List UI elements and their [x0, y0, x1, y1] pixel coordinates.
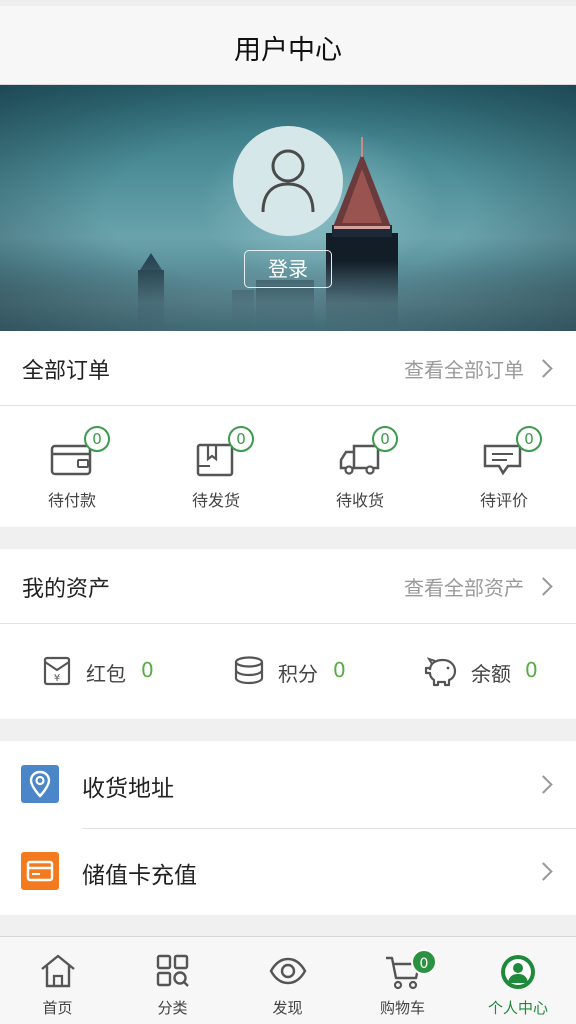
category-grid-icon — [156, 954, 189, 987]
chevron-right-icon — [534, 577, 553, 596]
avatar[interactable] — [233, 126, 343, 236]
link-label: 收货地址 — [82, 776, 174, 802]
orders-header[interactable]: 全部订单 查看全部订单 — [0, 331, 576, 406]
settings-links: 收货地址 储值卡充值 — [0, 741, 576, 915]
user-icon — [261, 149, 315, 213]
orders-section: 全部订单 查看全部订单 0 待付款 0 待发货 0 待收货 0 待评价 — [0, 331, 576, 527]
assets-title: 我的资产 — [22, 577, 111, 602]
tab-cart[interactable]: 0 购物车 — [345, 937, 460, 1024]
tab-home[interactable]: 首页 — [0, 937, 115, 1024]
user-circle-icon — [501, 955, 535, 989]
view-all-orders-link[interactable]: 查看全部订单 — [404, 354, 524, 383]
chevron-right-icon — [534, 775, 553, 794]
tab-label: 购物车 — [379, 999, 425, 1017]
order-pending-shipment[interactable]: 0 待发货 — [144, 406, 288, 526]
tab-category[interactable]: 分类 — [115, 937, 230, 1024]
location-pin-icon — [21, 765, 59, 803]
asset-balance[interactable]: 余额 0 — [424, 624, 564, 719]
order-pending-review[interactable]: 0 待评价 — [432, 406, 576, 526]
order-count-badge: 0 — [228, 426, 254, 452]
order-label: 待付款 — [47, 491, 96, 510]
asset-label: 余额 — [471, 662, 511, 686]
order-count-badge: 0 — [516, 426, 542, 452]
tab-label: 首页 — [42, 999, 73, 1017]
order-pending-receipt[interactable]: 0 待收货 — [288, 406, 432, 526]
stored-value-card-row[interactable]: 储值卡充值 — [0, 828, 576, 915]
asset-label: 红包 — [86, 662, 126, 686]
order-label: 待评价 — [479, 491, 528, 510]
tab-discover[interactable]: 发现 — [230, 937, 345, 1024]
orders-title: 全部订单 — [22, 359, 111, 384]
coins-icon — [234, 656, 264, 685]
asset-value: 0 — [525, 658, 538, 682]
login-button[interactable]: 登录 — [244, 250, 332, 288]
tab-label: 分类 — [157, 999, 188, 1017]
assets-header[interactable]: 我的资产 查看全部资产 — [0, 549, 576, 624]
asset-points[interactable]: 积分 0 — [233, 624, 373, 719]
svg-text:¥: ¥ — [54, 673, 60, 684]
tab-profile[interactable]: 个人中心 — [460, 937, 576, 1024]
view-all-assets-link[interactable]: 查看全部资产 — [404, 572, 524, 601]
asset-red-packet[interactable]: ¥ 红包 0 — [42, 624, 182, 719]
order-label: 待收货 — [335, 491, 384, 510]
assets-row: ¥ 红包 0 积分 0 余额 0 — [0, 624, 576, 719]
asset-label: 积分 — [278, 662, 318, 686]
order-count-badge: 0 — [84, 426, 110, 452]
cart-count-badge: 0 — [411, 949, 437, 975]
bottom-tab-bar: 首页 分类 发现 0 购物车 个人中心 — [0, 936, 576, 1024]
assets-section: 我的资产 查看全部资产 ¥ 红包 0 积分 0 余额 0 — [0, 549, 576, 719]
tab-label: 发现 — [272, 999, 303, 1017]
asset-value: 0 — [141, 658, 154, 682]
card-icon — [21, 852, 59, 890]
tab-label: 个人中心 — [487, 999, 548, 1017]
eye-icon — [269, 957, 307, 985]
page-title: 用户中心 — [234, 35, 342, 66]
chevron-right-icon — [534, 862, 553, 881]
asset-value: 0 — [333, 658, 346, 682]
order-label: 待发货 — [191, 491, 240, 510]
shipping-address-row[interactable]: 收货地址 — [0, 741, 576, 829]
top-bar: 用户中心 — [0, 0, 576, 85]
chevron-right-icon — [534, 359, 553, 378]
red-packet-icon: ¥ — [43, 656, 71, 686]
home-icon — [41, 954, 75, 988]
order-pending-payment[interactable]: 0 待付款 — [0, 406, 144, 526]
link-label: 储值卡充值 — [82, 863, 197, 889]
piggy-bank-icon — [424, 657, 457, 687]
order-count-badge: 0 — [372, 426, 398, 452]
order-status-row: 0 待付款 0 待发货 0 待收货 0 待评价 — [0, 406, 576, 526]
